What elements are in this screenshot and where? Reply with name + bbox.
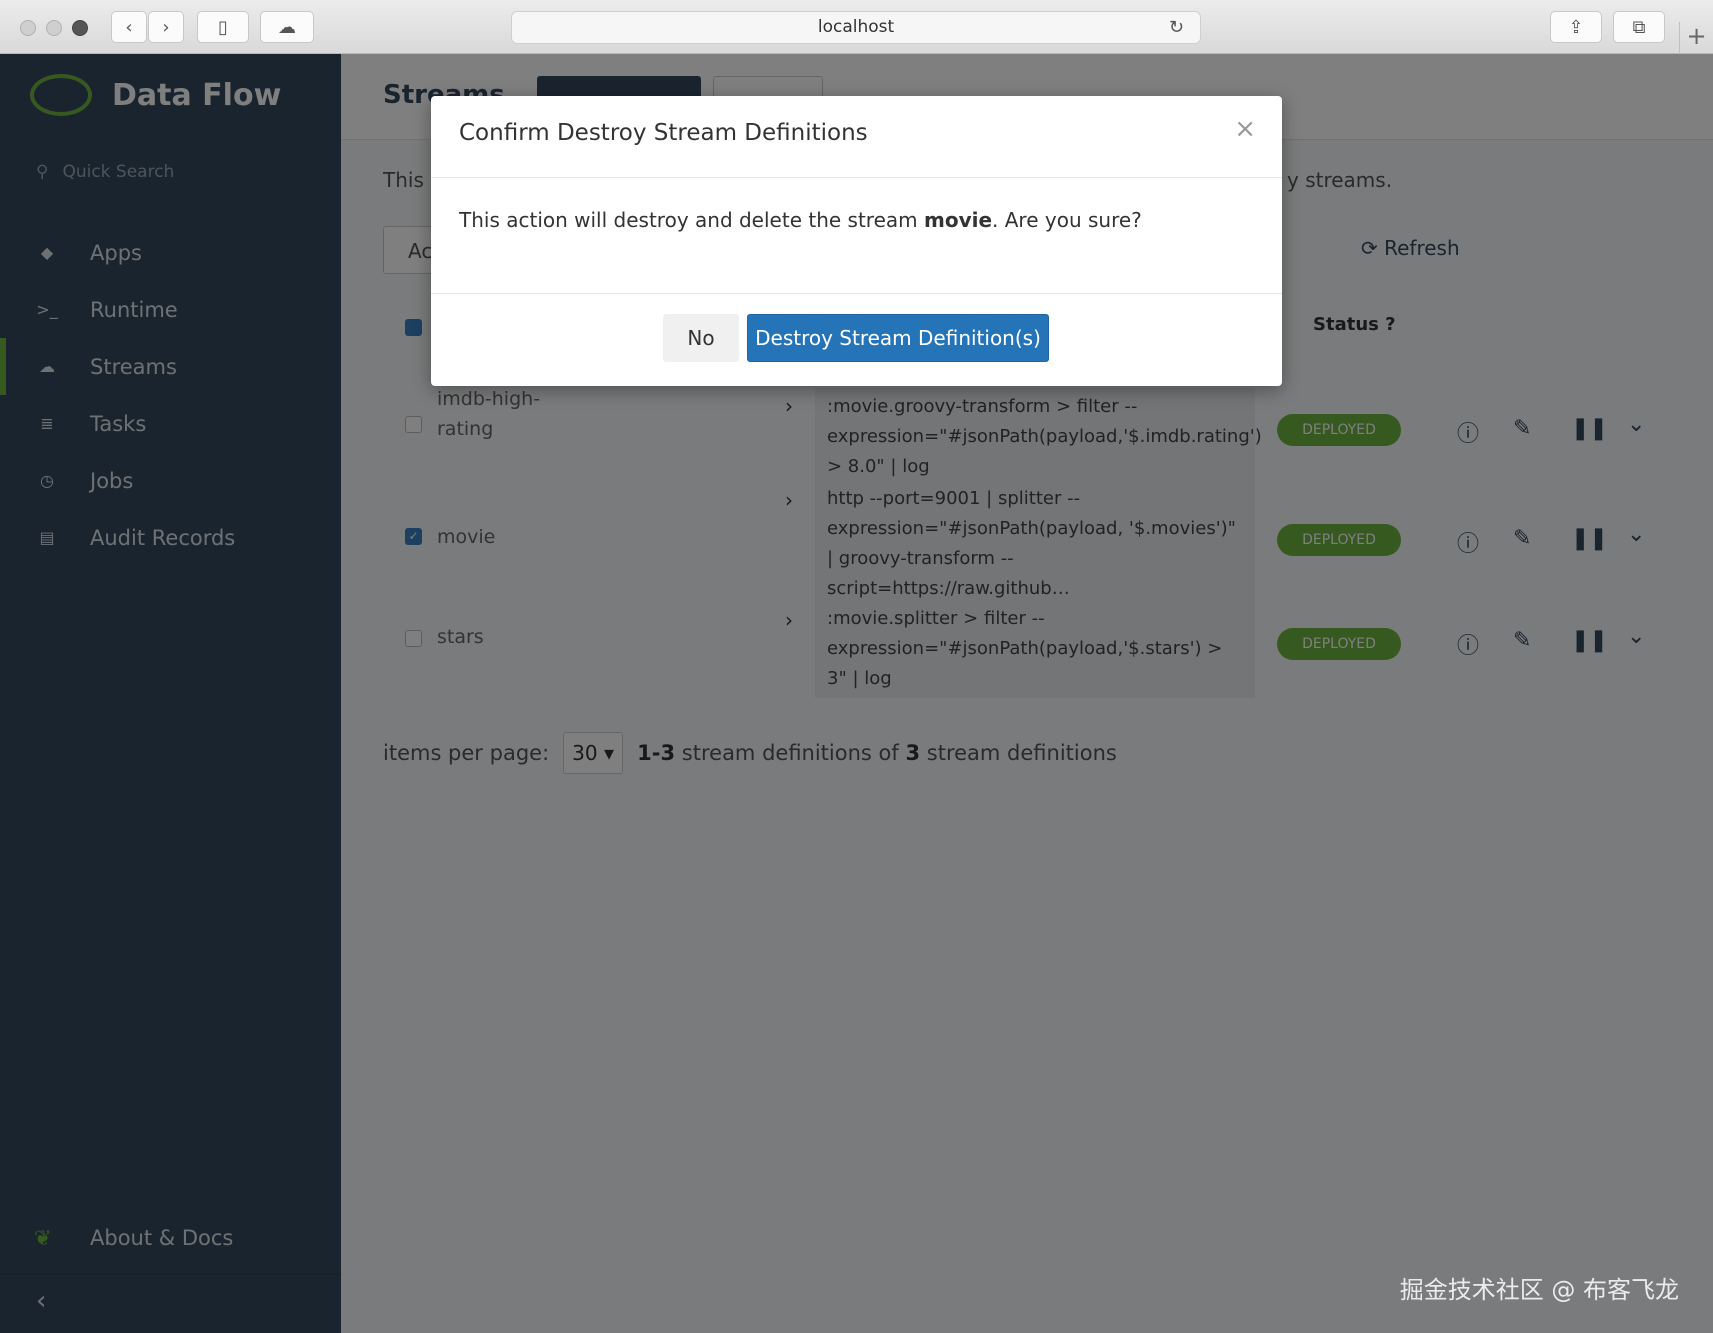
destroy-stream-definitions-button[interactable]: Destroy Stream Definition(s) [747, 314, 1049, 362]
back-button[interactable]: ‹ [111, 11, 147, 43]
browser-chrome: ‹ › ▯ ☁ localhost ↻ ⇪ ⧉ + [0, 0, 1713, 54]
cloud-icon: ☁ [278, 16, 296, 38]
address-bar[interactable]: localhost ↻ [511, 11, 1201, 44]
confirm-destroy-modal: Confirm Destroy Stream Definitions × Thi… [431, 96, 1282, 386]
modal-footer: No Destroy Stream Definition(s) [431, 293, 1282, 386]
sidebar-toggle-button[interactable]: ▯ [197, 11, 249, 43]
forward-icon: › [162, 16, 170, 38]
watermark: 掘金技术社区 @ 布客飞龙 [1399, 1276, 1679, 1304]
share-button[interactable]: ⇪ [1550, 11, 1602, 43]
new-tab-button[interactable]: + [1679, 22, 1713, 54]
address-text: localhost [817, 17, 895, 37]
share-icon: ⇪ [1568, 16, 1584, 38]
minimize-window-button[interactable] [46, 20, 62, 36]
close-window-button[interactable] [20, 20, 36, 36]
tabs-icon: ⧉ [1632, 16, 1646, 38]
icloud-tabs-button[interactable]: ☁ [260, 11, 314, 43]
modal-body: This action will destroy and delete the … [459, 208, 1142, 232]
sidebar-icon: ▯ [218, 16, 228, 38]
tabs-overview-button[interactable]: ⧉ [1613, 11, 1665, 43]
modal-title: Confirm Destroy Stream Definitions [459, 120, 868, 146]
close-icon[interactable]: × [1234, 114, 1256, 144]
forward-button[interactable]: › [148, 11, 184, 43]
modal-body-start: This action will destroy and delete the … [459, 208, 924, 232]
modal-header: Confirm Destroy Stream Definitions × [431, 96, 1282, 178]
back-icon: ‹ [125, 16, 133, 38]
reload-icon[interactable]: ↻ [1169, 12, 1184, 43]
no-button[interactable]: No [663, 314, 739, 362]
modal-body-end: . Are you sure? [992, 208, 1142, 232]
modal-body-stream: movie [923, 208, 993, 232]
zoom-window-button[interactable] [72, 20, 88, 36]
